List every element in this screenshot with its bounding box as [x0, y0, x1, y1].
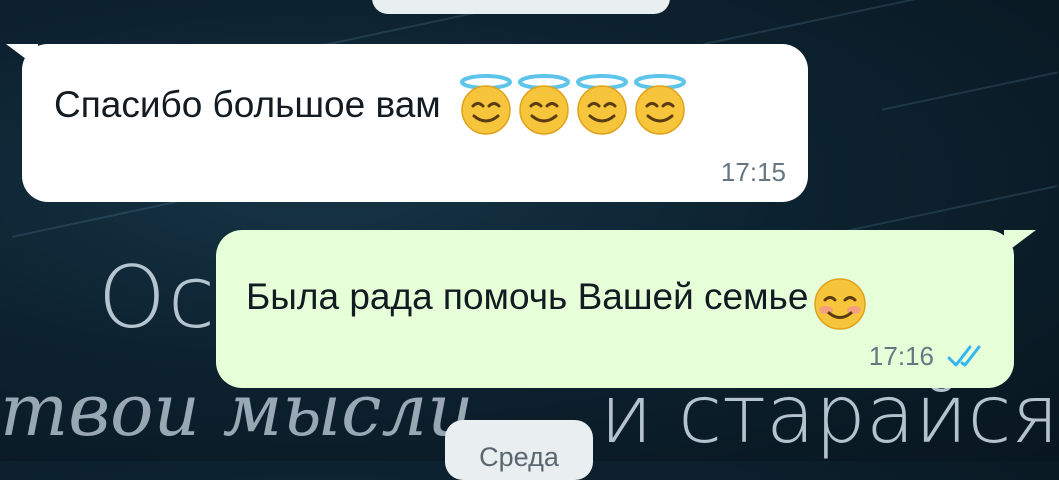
wallpaper-text-letters: Ос: [98, 248, 217, 348]
outgoing-message-bubble[interactable]: Была рада помочь Вашей семье 17:16: [216, 230, 1014, 388]
incoming-message-text: Спасибо большое вам: [54, 84, 441, 125]
date-separator: Среда: [445, 420, 593, 480]
smiling-face-with-halo-icon: [575, 74, 629, 136]
date-separator-label: Среда: [479, 442, 559, 472]
outgoing-message-text: Была рада помочь Вашей семье: [246, 276, 809, 317]
incoming-message-bubble[interactable]: Спасибо большое вам 17:15: [22, 44, 808, 202]
incoming-message-content: Спасибо большое вам: [54, 74, 687, 136]
outgoing-message-time: 17:16: [868, 341, 934, 371]
incoming-message-time: 17:15: [720, 157, 786, 187]
outgoing-message-content: Была рада помочь Вашей семье: [246, 262, 868, 332]
smiling-face-blush-icon: [812, 276, 868, 332]
date-separator-top: [372, 0, 670, 14]
smiling-face-with-halo-icon: [517, 74, 571, 136]
double-check-read-icon: [947, 345, 981, 367]
smiling-face-with-halo-icon: [459, 74, 513, 136]
smiling-face-with-halo-icon: [633, 74, 687, 136]
